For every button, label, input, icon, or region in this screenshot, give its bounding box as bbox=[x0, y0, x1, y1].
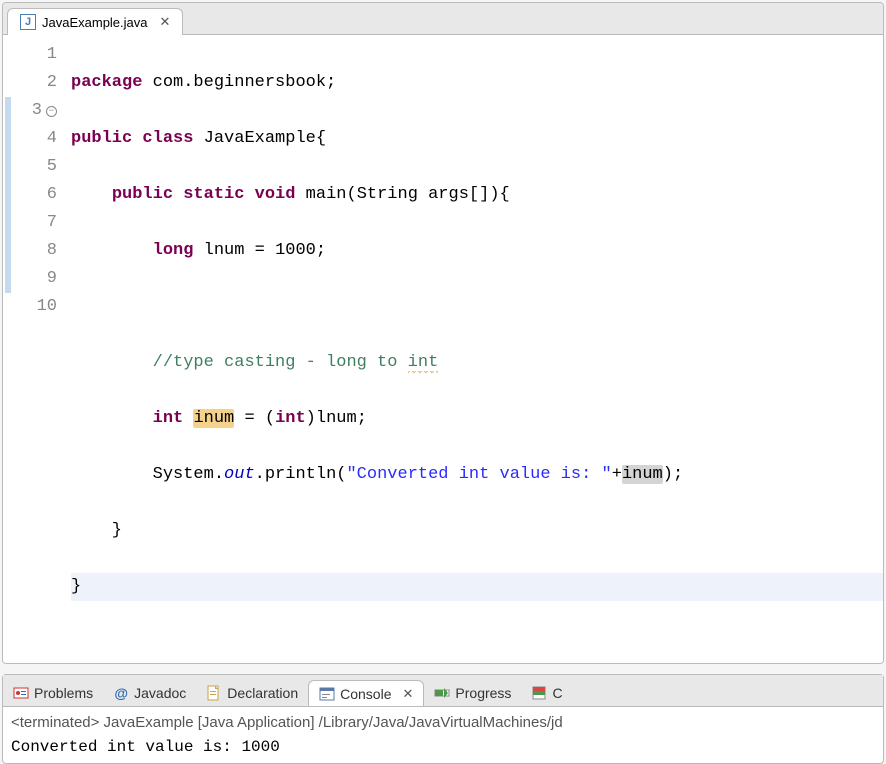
close-icon[interactable]: ✕ bbox=[403, 686, 414, 702]
line-gutter: 1 2 3− 4 5 6 7 8 9 10 bbox=[3, 41, 67, 657]
editor-pane: J JavaExample.java ✕ 1 2 3− 4 5 6 7 8 9 … bbox=[2, 2, 884, 664]
fold-toggle-icon[interactable]: − bbox=[46, 106, 57, 117]
progress-icon bbox=[434, 685, 450, 701]
problems-icon bbox=[13, 685, 29, 701]
tab-declaration[interactable]: Declaration bbox=[196, 680, 308, 706]
code-text[interactable]: package com.beginnersbook; public class … bbox=[67, 41, 883, 657]
tab-console[interactable]: Console ✕ bbox=[308, 680, 424, 707]
editor-tab-bar: J JavaExample.java ✕ bbox=[3, 3, 883, 35]
java-file-icon: J bbox=[20, 14, 36, 30]
console-content: <terminated> JavaExample [Java Applicati… bbox=[3, 707, 883, 763]
console-status: <terminated> JavaExample [Java Applicati… bbox=[11, 711, 875, 735]
editor-tab-label: JavaExample.java bbox=[42, 15, 148, 30]
bottom-pane: Problems @ Javadoc Declaration Console ✕… bbox=[2, 674, 884, 764]
bottom-tab-bar: Problems @ Javadoc Declaration Console ✕… bbox=[3, 675, 883, 707]
console-icon bbox=[319, 686, 335, 702]
declaration-icon bbox=[206, 685, 222, 701]
coverage-icon bbox=[531, 685, 547, 701]
tab-extra[interactable]: C bbox=[521, 680, 572, 706]
javadoc-icon: @ bbox=[113, 685, 129, 701]
console-output-line: Converted int value is: 1000 bbox=[11, 735, 875, 759]
tab-progress[interactable]: Progress bbox=[424, 680, 521, 706]
code-area[interactable]: 1 2 3− 4 5 6 7 8 9 10 package com.beginn… bbox=[3, 35, 883, 663]
tab-problems[interactable]: Problems bbox=[3, 680, 103, 706]
close-icon[interactable]: ✕ bbox=[160, 14, 171, 30]
editor-tab-javaexample[interactable]: J JavaExample.java ✕ bbox=[7, 8, 183, 35]
tab-javadoc[interactable]: @ Javadoc bbox=[103, 680, 196, 706]
